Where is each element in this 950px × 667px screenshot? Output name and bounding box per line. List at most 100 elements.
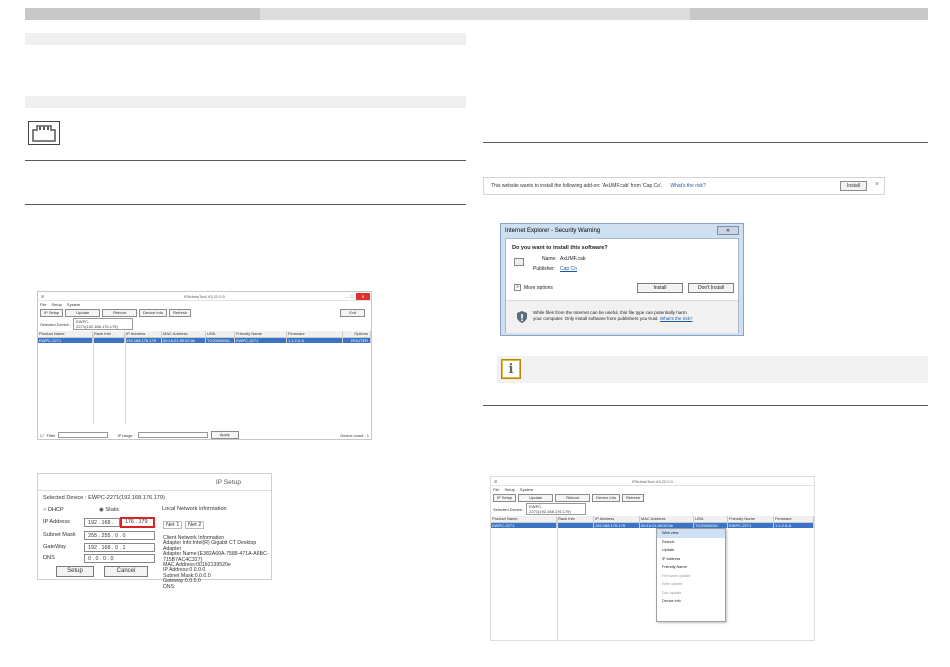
static-label: Static <box>105 507 120 513</box>
risk-link[interactable]: What's the risk? <box>670 183 705 189</box>
cancel-button[interactable]: Cancel <box>104 566 148 577</box>
dont-install-button[interactable]: Don't Install <box>688 283 734 293</box>
reboot-button[interactable]: Reboot <box>555 494 591 502</box>
ethernet-port-icon <box>28 121 60 145</box>
context-menu-item[interactable]: Device info <box>657 597 725 606</box>
maximize-icon[interactable]: ☐ <box>350 294 354 299</box>
gateway-field[interactable]: 192 . 168 . 0 . 1 <box>84 543 155 552</box>
ie-addon-notification-bar: This website wants to install the follow… <box>483 177 885 195</box>
selected-device-field[interactable]: EWPC-2271(192.168.176.179) <box>73 318 134 330</box>
ip-setup-dialog: IP Setup Selected Device : EWPC-2271(192… <box>37 473 272 590</box>
context-menu-item[interactable]: Update <box>657 546 725 555</box>
dhcp-radio[interactable]: ○ DHCP <box>43 507 64 513</box>
ip-address-label: IP Address <box>43 519 70 525</box>
update-button[interactable]: Update <box>65 309 101 317</box>
context-menu-item[interactable]: Firmware update <box>657 572 725 581</box>
install-button[interactable]: Install <box>637 283 683 293</box>
device-count: Device count : 1 <box>340 432 369 438</box>
table-row[interactable]: EWPC-2271 192.168.176.179 00:1b:21:39:52… <box>38 338 371 343</box>
col-rack-info[interactable]: Rack Info <box>557 516 594 522</box>
col-mac-address[interactable]: MAC Address <box>640 516 694 522</box>
reboot-button[interactable]: Reboot <box>102 309 138 317</box>
tab-net2[interactable]: Net 2 <box>185 521 205 529</box>
dns-field[interactable]: 0 . 0 . 0 . 0 <box>84 554 155 563</box>
filter-checkbox[interactable]: ☐ <box>40 433 44 438</box>
section-band-2 <box>25 96 466 108</box>
minimize-icon[interactable]: – <box>346 294 348 299</box>
warning-footer: While files from the Internet can be use… <box>506 300 738 333</box>
device-table-header: Product Name Rack Info IP Address MAC Ad… <box>38 331 371 338</box>
context-menu-item[interactable]: Reboot <box>657 538 725 547</box>
risk-link[interactable]: What's the risk? <box>660 316 693 321</box>
filter-input[interactable] <box>58 432 109 438</box>
col-friendly-name[interactable]: Friendly Name <box>728 516 774 522</box>
context-menu: Web view Reboot Update IP Address Friend… <box>656 528 726 622</box>
dialog-question: Do you want to install this software? <box>512 245 608 251</box>
device-info-button[interactable]: Device Info <box>139 309 168 317</box>
ipadmintool-window: ⊞ IPAdminTool-V3.22.0.0 – ☐ ✕ File Setup… <box>37 291 372 440</box>
col-ip-address[interactable]: IP Address <box>594 516 640 522</box>
static-radio[interactable]: ◉ Static <box>99 507 119 513</box>
col-product-name[interactable]: Product Name <box>38 331 93 337</box>
col-rack-info[interactable]: Rack Info <box>93 331 125 337</box>
context-menu-item[interactable]: Doc update <box>657 589 725 598</box>
close-button[interactable]: ✕ <box>717 226 739 235</box>
col-usn[interactable]: USN <box>694 516 728 522</box>
menu-file[interactable]: File <box>40 302 46 307</box>
cell-rack <box>93 338 125 343</box>
menu-setup[interactable]: Setup <box>504 487 514 492</box>
menu-setup[interactable]: Setup <box>51 302 61 307</box>
selected-device-field[interactable]: EWPC-2271(192.168.176.179) <box>526 503 587 515</box>
col-firmware[interactable]: Firmware <box>287 331 343 337</box>
col-mac-address[interactable]: MAC Address <box>162 331 206 337</box>
ip-setup-button[interactable]: IP Setup <box>493 494 517 502</box>
menu-system[interactable]: System <box>67 302 80 307</box>
ip-setup-button[interactable]: IP Setup <box>40 309 64 317</box>
col-ip-address[interactable]: IP Address <box>125 331 162 337</box>
device-info-button[interactable]: Device Info <box>592 494 621 502</box>
ip-address-highlight[interactable]: 176 . 179 <box>120 517 155 528</box>
col-product-name[interactable]: Product Name <box>491 516 557 522</box>
subnet-mask-field[interactable]: 255 . 255 . 0 . 0 <box>84 531 155 540</box>
context-menu-item[interactable]: IP Address <box>657 555 725 564</box>
col-firmware[interactable]: Firmware <box>774 516 814 522</box>
col-usn[interactable]: USN <box>206 331 235 337</box>
exit-button[interactable]: Exit <box>340 309 365 317</box>
window-titlebar: ⊞ IPAdminTool-V3.22.0.0 – ☐ ✕ <box>38 292 371 301</box>
cell-product: EWPC-2271 <box>38 338 93 343</box>
setup-button[interactable]: Setup <box>56 566 94 577</box>
dialog-body: Do you want to install this software? Na… <box>505 238 739 333</box>
menu-file[interactable]: File <box>493 487 499 492</box>
dhcp-label: DHCP <box>47 507 64 513</box>
context-menu-item[interactable]: Web update <box>657 580 725 589</box>
column-divider <box>93 334 94 424</box>
selected-device-row: Selected Device : EWPC-2271(192.168.176.… <box>491 503 814 515</box>
close-icon[interactable]: × <box>875 181 879 189</box>
ipadmintool-window-context: ⊞ IPAdminTool-V3.22.0.0 File Setup Syste… <box>490 476 815 641</box>
menu-system[interactable]: System <box>520 487 533 492</box>
ip-address-field[interactable]: 192 . 168 . <box>84 518 120 527</box>
ip-range-input[interactable] <box>137 432 208 438</box>
refresh-button[interactable]: Refresh <box>169 309 192 317</box>
publisher-link[interactable]: Cap Co <box>560 266 577 272</box>
install-button[interactable]: Install <box>839 181 867 191</box>
header-bar-segment <box>260 8 690 20</box>
context-menu-item[interactable]: Friendly Name <box>657 563 725 572</box>
cell-rack <box>557 523 594 528</box>
expand-icon[interactable]: » <box>514 284 521 291</box>
col-options[interactable]: Options <box>343 331 371 337</box>
context-menu-item[interactable]: Web view <box>657 529 725 538</box>
column-divider <box>125 334 126 424</box>
tab-net1[interactable]: Net 1 <box>163 521 183 529</box>
apply-button[interactable]: Apply <box>210 431 239 439</box>
table-row[interactable]: EWPC-2271 192.168.176.179 00:1b:21:39:52… <box>491 523 814 528</box>
refresh-button[interactable]: Refresh <box>622 494 645 502</box>
info-icon: i <box>501 359 521 379</box>
close-icon[interactable]: ✕ <box>356 293 370 300</box>
cell-firmware: 1.1.2.0.A <box>287 338 343 343</box>
col-friendly-name[interactable]: Friendly Name <box>235 331 287 337</box>
more-options-link[interactable]: More options <box>524 285 553 291</box>
window-controls: – ☐ ✕ <box>346 293 370 300</box>
addon-message: This website wants to install the follow… <box>491 183 663 189</box>
update-button[interactable]: Update <box>518 494 554 502</box>
